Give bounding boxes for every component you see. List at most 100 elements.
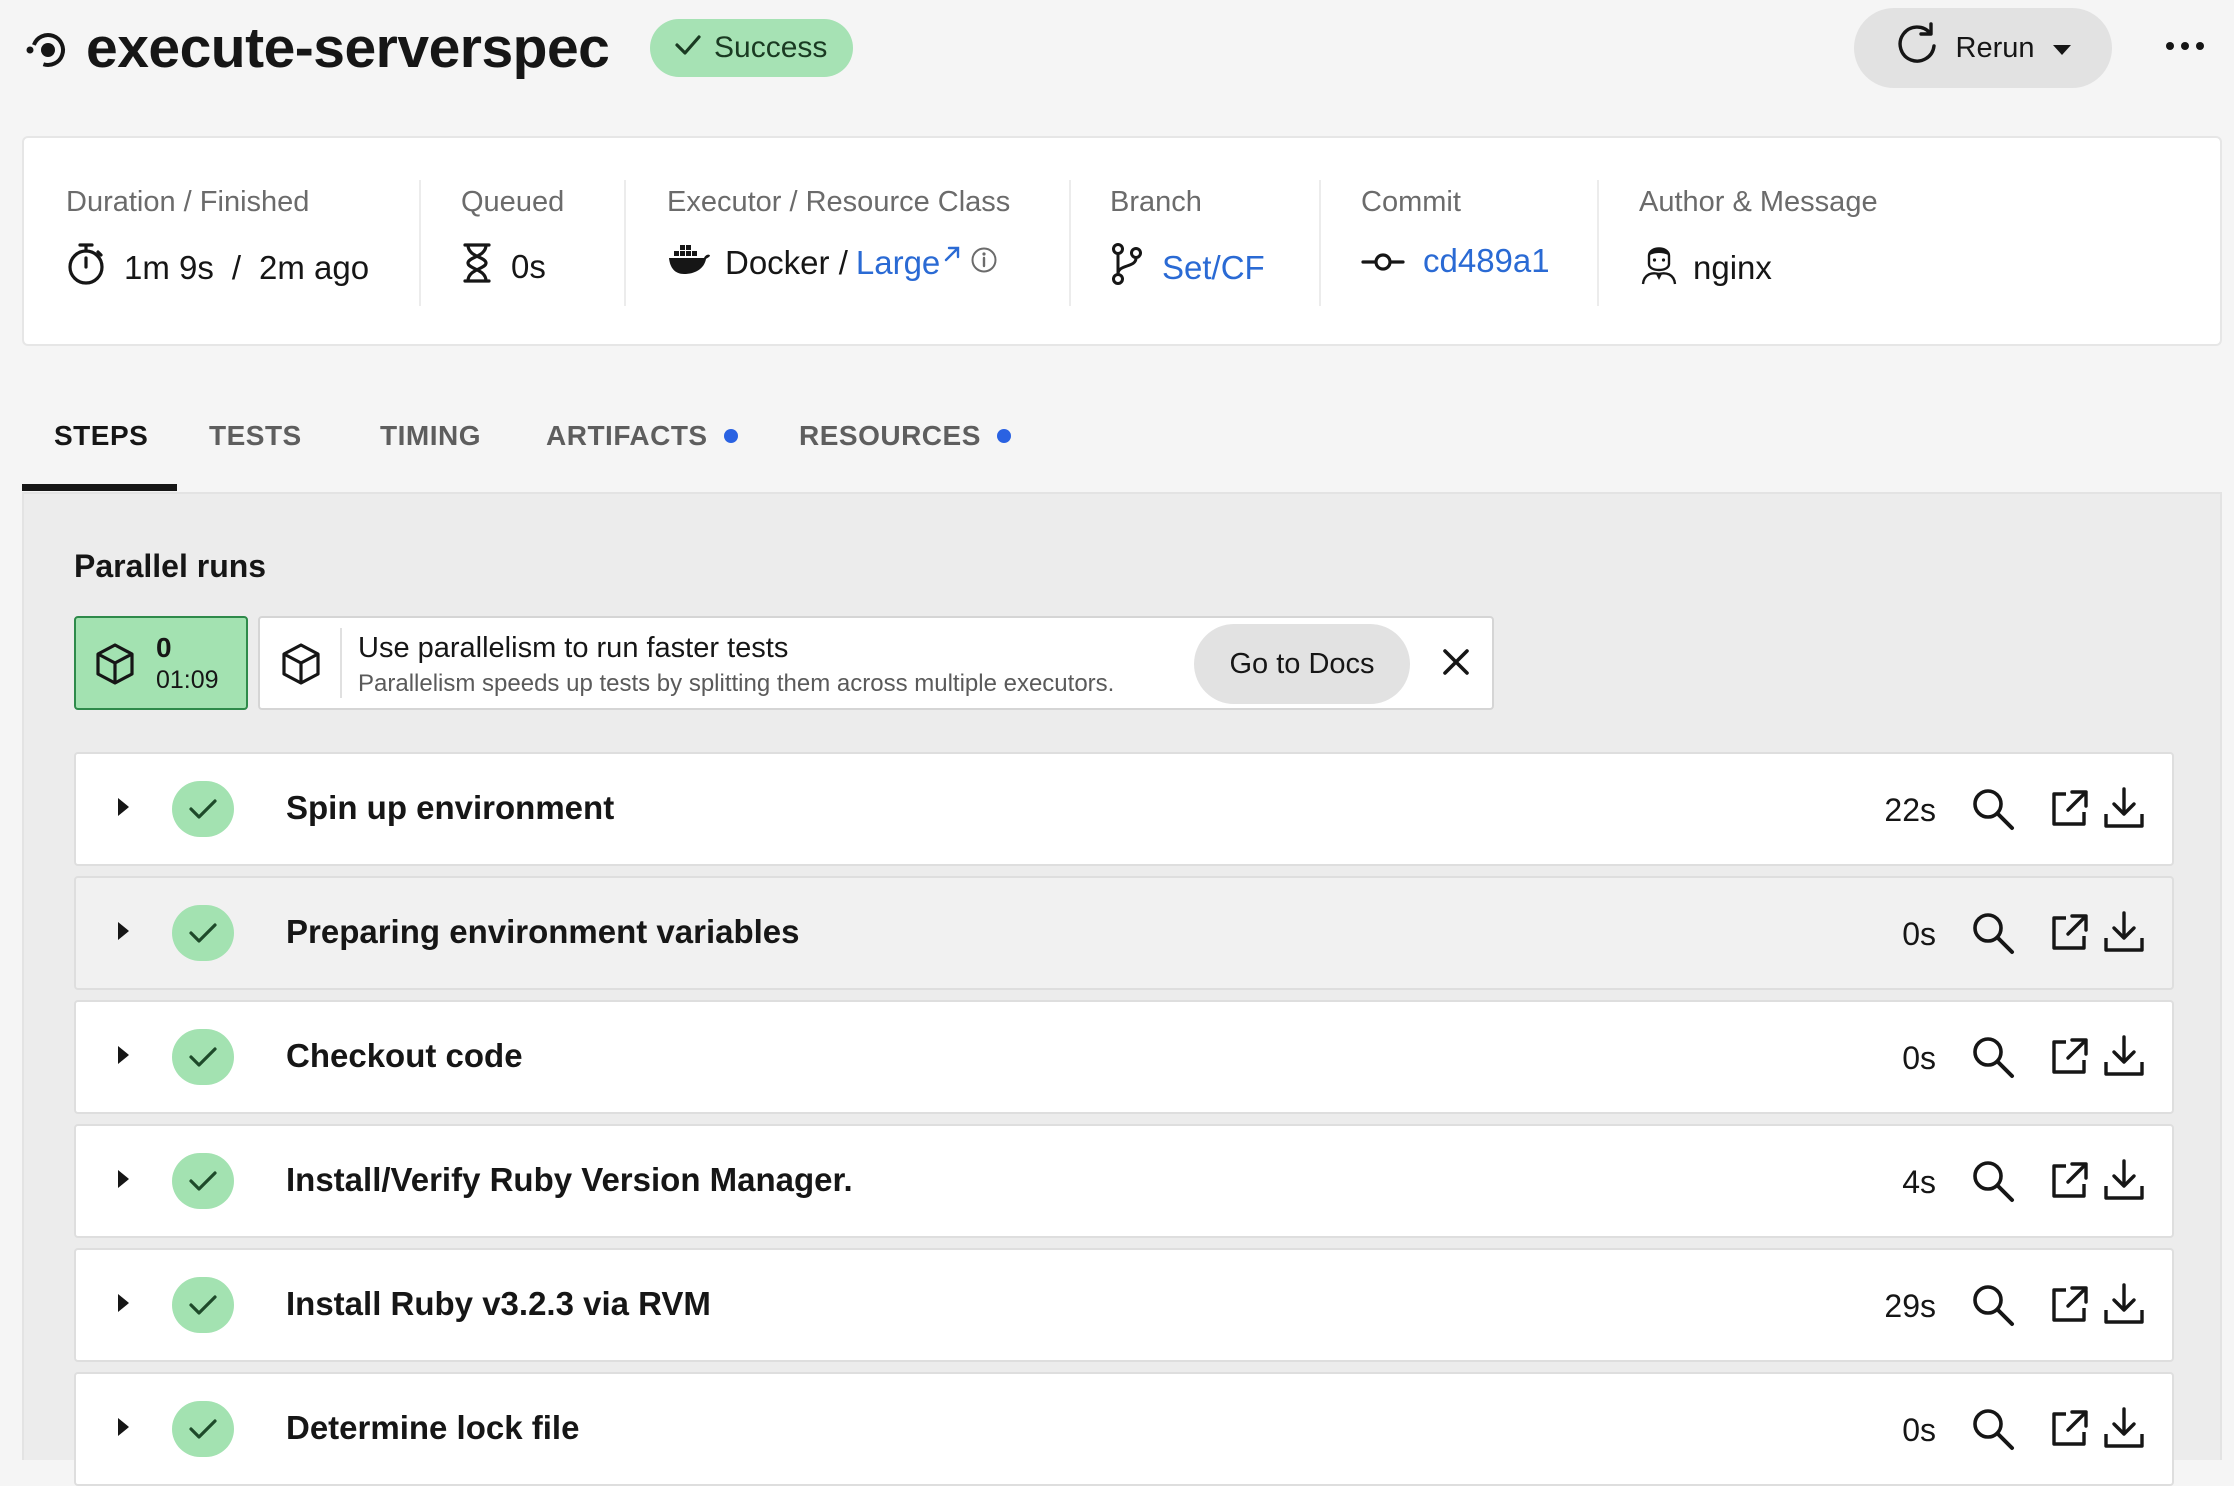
commit-label: Commit [1361, 186, 1461, 218]
tab-artifacts[interactable]: ARTIFACTS [546, 420, 738, 452]
check-icon [172, 1401, 234, 1457]
download-icon[interactable] [2102, 1406, 2146, 1455]
cube-icon [94, 642, 136, 691]
status-badge: Success [650, 19, 854, 77]
tab-steps[interactable]: STEPS [54, 420, 148, 452]
step-row[interactable]: Determine lock file 0s [74, 1372, 2174, 1486]
banner-subtitle: Parallelism speeds up tests by splitting… [358, 670, 1115, 697]
step-name: Spin up environment [286, 789, 615, 826]
divider [340, 628, 342, 698]
avatar[interactable] [1639, 242, 1679, 294]
tab-label: TIMING [380, 420, 481, 451]
divider [419, 180, 421, 306]
banner-title: Use parallelism to run faster tests [358, 632, 789, 664]
download-icon[interactable] [2102, 1034, 2146, 1083]
step-duration: 29s [1884, 1288, 1936, 1324]
close-banner-button[interactable] [1436, 644, 1476, 684]
step-duration: 0s [1902, 1040, 1936, 1076]
parallel-index: 0 [156, 632, 172, 663]
notification-dot [723, 429, 738, 443]
duration-value: 1m 9s / 2m ago [66, 242, 369, 294]
branch-value: Set/CF [1110, 242, 1265, 294]
go-to-docs-button[interactable]: Go to Docs [1194, 624, 1410, 704]
author-name: nginx [1693, 249, 1772, 286]
expand-caret-icon[interactable] [118, 1170, 129, 1188]
expand-caret-icon[interactable] [118, 922, 129, 940]
commit-value: cd489a1 [1361, 242, 1550, 280]
job-tabs: STEPS TESTS TIMING ARTIFACTS RESOURCES [22, 400, 1222, 492]
caret-down-icon [2051, 32, 2073, 65]
step-row[interactable]: Spin up environment 22s [74, 752, 2174, 866]
author-label: Author & Message [1639, 186, 1878, 218]
executor-text: Docker / [725, 244, 848, 281]
resource-class-link[interactable]: Large [856, 244, 940, 282]
rerun-button[interactable]: Rerun [1854, 8, 2112, 88]
tab-resources[interactable]: RESOURCES [799, 420, 1011, 452]
open-external-icon[interactable] [2050, 1284, 2090, 1329]
download-icon[interactable] [2102, 1282, 2146, 1331]
duration-text: 1m 9s [124, 249, 214, 286]
tab-timing[interactable]: TIMING [380, 420, 481, 452]
open-external-icon[interactable] [2050, 1036, 2090, 1081]
tab-tests[interactable]: TESTS [209, 420, 302, 452]
expand-caret-icon[interactable] [118, 1294, 129, 1312]
step-name: Install/Verify Ruby Version Manager. [286, 1161, 853, 1198]
step-name: Preparing environment variables [286, 913, 800, 950]
step-duration: 0s [1902, 1412, 1936, 1448]
step-name: Checkout code [286, 1037, 523, 1074]
executor-label: Executor / Resource Class [667, 186, 1011, 218]
download-icon[interactable] [2102, 786, 2146, 835]
check-icon [172, 1029, 234, 1085]
expand-caret-icon[interactable] [118, 1046, 129, 1064]
finished-text: 2m ago [259, 249, 370, 286]
step-duration: 4s [1902, 1164, 1936, 1200]
duration-separator: / [231, 249, 242, 286]
divider [1597, 180, 1599, 306]
open-external-icon[interactable] [2050, 912, 2090, 957]
job-header: execute-serverspec Success Rerun [0, 0, 2234, 100]
divider [1069, 180, 1071, 306]
search-icon[interactable] [1970, 1158, 2016, 1209]
close-icon [1442, 648, 1470, 681]
step-row[interactable]: Preparing environment variables 0s [74, 876, 2174, 990]
step-name: Install Ruby v3.2.3 via RVM [286, 1285, 711, 1322]
hourglass-icon [461, 242, 493, 292]
executor-value: Docker / Large [667, 242, 998, 284]
step-duration: 0s [1902, 916, 1936, 952]
download-icon[interactable] [2102, 1158, 2146, 1207]
download-icon[interactable] [2102, 910, 2146, 959]
queued-label: Queued [461, 186, 565, 218]
more-options-button[interactable] [2160, 22, 2210, 72]
search-icon[interactable] [1970, 786, 2016, 837]
search-icon[interactable] [1970, 1282, 2016, 1333]
parallel-run-0[interactable]: 0 01:09 [74, 616, 248, 710]
expand-caret-icon[interactable] [118, 1418, 129, 1436]
expand-caret-icon[interactable] [118, 798, 129, 816]
search-icon[interactable] [1970, 910, 2016, 961]
queued-text: 0s [511, 248, 546, 285]
parallel-time: 01:09 [156, 666, 219, 694]
cube-icon [280, 642, 322, 691]
docs-label: Go to Docs [1229, 647, 1375, 680]
branch-label: Branch [1110, 186, 1202, 218]
info-icon[interactable] [970, 244, 998, 282]
branch-link[interactable]: Set/CF [1162, 249, 1265, 287]
stopwatch-icon [66, 242, 106, 294]
open-external-icon[interactable] [2050, 1160, 2090, 1205]
step-row[interactable]: Install Ruby v3.2.3 via RVM 29s [74, 1248, 2174, 1362]
active-tab-indicator [22, 484, 177, 491]
external-link-icon[interactable] [942, 234, 962, 272]
check-icon [172, 781, 234, 837]
check-icon [674, 31, 702, 65]
step-row[interactable]: Install/Verify Ruby Version Manager. 4s [74, 1124, 2174, 1238]
duration-label: Duration / Finished [66, 186, 310, 218]
check-icon [172, 905, 234, 961]
step-row[interactable]: Checkout code 0s [74, 1000, 2174, 1114]
search-icon[interactable] [1970, 1406, 2016, 1457]
more-icon [2165, 38, 2205, 56]
commit-link[interactable]: cd489a1 [1423, 242, 1550, 280]
open-external-icon[interactable] [2050, 788, 2090, 833]
search-icon[interactable] [1970, 1034, 2016, 1085]
tab-label: RESOURCES [799, 420, 981, 451]
open-external-icon[interactable] [2050, 1408, 2090, 1453]
